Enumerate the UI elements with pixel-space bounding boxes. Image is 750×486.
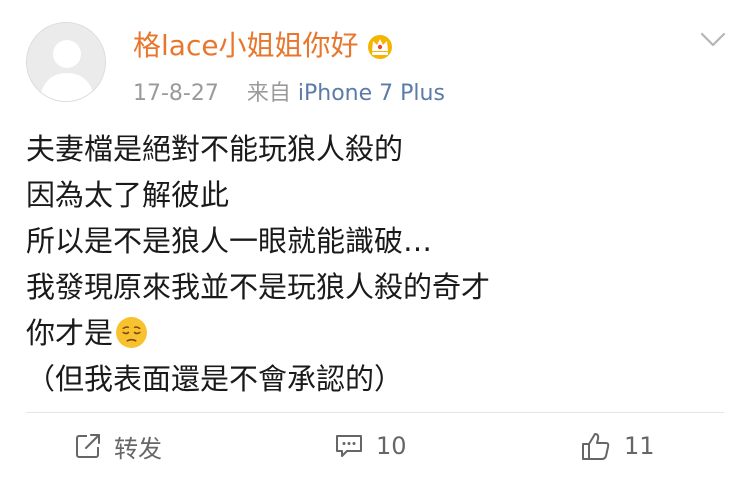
post-date: 17-8-27 xyxy=(133,81,219,106)
crown-badge-icon[interactable] xyxy=(365,31,395,61)
post-line: 因為太了解彼此 xyxy=(26,178,230,212)
post-line: （但我表面還是不會承認的） xyxy=(26,362,404,396)
chevron-down-icon[interactable] xyxy=(698,28,728,52)
username[interactable]: 格lace小姐姐你好 xyxy=(133,28,359,64)
comment-count: 10 xyxy=(376,432,407,460)
repost-label: 转发 xyxy=(114,434,162,463)
thumbs-up-icon xyxy=(582,433,610,460)
like-count: 11 xyxy=(624,432,655,460)
comment-bubble-icon xyxy=(336,435,362,457)
share-arrow-icon xyxy=(76,434,100,458)
source-prefix: 来自 xyxy=(246,81,291,106)
post-body: 夫妻檔是絕對不能玩狼人殺的 因為太了解彼此 所以是不是狼人一眼就能識破… 我發現… xyxy=(26,126,726,402)
username-row: 格lace小姐姐你好 xyxy=(133,26,395,66)
post-line: 你才是 xyxy=(26,316,114,350)
post-meta: 17-8-27 来自 iPhone 7 Plus xyxy=(133,79,445,109)
repost-button[interactable]: 转发 xyxy=(74,426,162,466)
post-line: 夫妻檔是絕對不能玩狼人殺的 xyxy=(26,132,404,166)
post-line: 我發現原來我並不是玩狼人殺的奇才 xyxy=(26,270,491,304)
source-name[interactable]: iPhone 7 Plus xyxy=(298,81,445,106)
avatar[interactable] xyxy=(26,22,106,102)
divider xyxy=(26,412,724,413)
post-line: 所以是不是狼人一眼就能識破… xyxy=(26,224,433,258)
post-line-with-emoji: 你才是 xyxy=(26,310,726,356)
avatar-silhouette-icon xyxy=(27,23,105,101)
pensive-face-icon xyxy=(116,317,147,348)
like-button[interactable]: 11 xyxy=(580,426,655,466)
comment-button[interactable]: 10 xyxy=(334,426,407,466)
